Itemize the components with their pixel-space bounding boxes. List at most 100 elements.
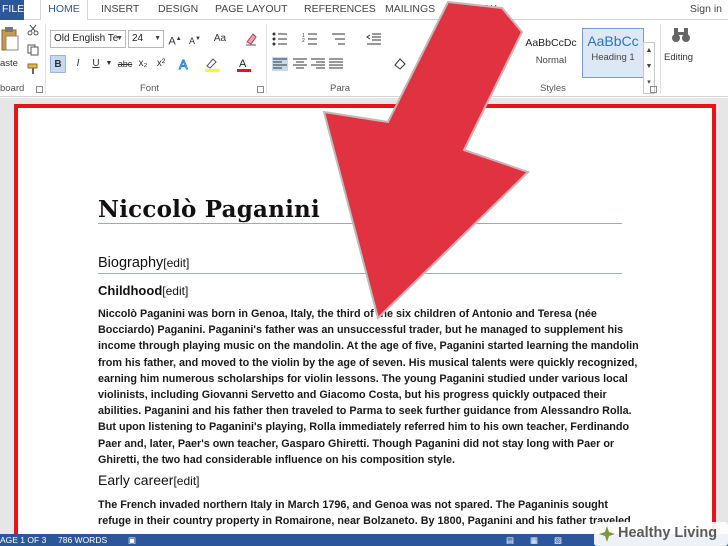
ribbon-tab-bar: FILE HOME INSERT DESIGN PAGE LAYOUT REFE…: [0, 0, 728, 21]
document-title: Niccolò Paganini: [98, 196, 320, 223]
proofing-icon[interactable]: ▣: [128, 534, 136, 546]
read-mode-icon[interactable]: ▤: [506, 534, 514, 546]
tab-references[interactable]: REFERENCES: [304, 0, 376, 20]
format-painter-icon[interactable]: [27, 63, 39, 75]
text-line: abilities. Paganini and his father then …: [98, 405, 632, 418]
childhood-paragraph: Niccolò Paganini was born in Genoa, Ital…: [98, 306, 639, 468]
style-heading-1[interactable]: AaBbCc Heading 1: [582, 28, 644, 78]
clipboard-icon: [1, 27, 19, 51]
show-marks-icon[interactable]: ¶: [436, 32, 448, 50]
web-layout-icon[interactable]: ▧: [554, 534, 562, 546]
tab-page-layout[interactable]: PAGE LAYOUT: [215, 0, 288, 20]
change-case-button[interactable]: Aa: [210, 30, 230, 48]
multilevel-list-icon[interactable]: [330, 32, 346, 46]
edit-link[interactable]: [edit]: [173, 474, 199, 488]
superscript-label: x²: [156, 58, 166, 69]
text-line: refuge in their country property in Roma…: [98, 515, 631, 528]
shrink-font-button[interactable]: A▼: [188, 30, 202, 48]
align-center-icon[interactable]: [292, 57, 308, 71]
watermark-text: Healthy Living: [618, 525, 718, 541]
style-normal[interactable]: AaBbCcDc Normal: [520, 28, 582, 78]
group-divider: [45, 24, 46, 94]
title-rule: [98, 223, 622, 224]
group-divider: [266, 24, 267, 94]
font-size-combo[interactable]: 24 ▼: [128, 30, 164, 48]
bullets-icon[interactable]: [272, 32, 288, 46]
align-right-icon[interactable]: [310, 57, 326, 71]
style-normal-partial[interactable]: bC al: [458, 28, 504, 78]
tab-home[interactable]: HOME: [40, 0, 88, 21]
tab-file[interactable]: FILE: [0, 0, 24, 20]
logo-icon: [599, 526, 615, 542]
text-line: Ghiretti, the two had considerable influ…: [98, 453, 455, 466]
styles-launcher-icon[interactable]: [650, 86, 657, 93]
heading-text: Biography: [98, 255, 164, 271]
italic-label: I: [76, 58, 80, 69]
cut-icon[interactable]: [27, 24, 39, 36]
strikethrough-button[interactable]: abc: [117, 55, 133, 73]
style-name: al: [495, 55, 503, 66]
sign-in-link[interactable]: Sign in: [690, 0, 722, 18]
underline-label: U: [92, 58, 100, 69]
style-name: Normal: [535, 55, 567, 66]
chevron-down-icon: ▼: [154, 35, 161, 42]
font-color-icon[interactable]: A: [236, 56, 252, 72]
svg-text:A: A: [179, 57, 188, 72]
tab-insert[interactable]: INSERT: [101, 0, 139, 20]
tab-review[interactable]: REVIEW: [455, 0, 496, 20]
binoculars-icon: [672, 28, 690, 42]
text-line: Bocciardo) Paganini. Paganini's father w…: [98, 324, 624, 337]
style-name: Heading 1: [591, 52, 635, 63]
heading-childhood: Childhood[edit]: [98, 283, 188, 298]
bold-button[interactable]: B: [50, 55, 66, 73]
clipboard-launcher-icon[interactable]: [36, 86, 43, 93]
paste-button[interactable]: aste: [0, 24, 22, 76]
subscript-button[interactable]: x₂: [136, 55, 150, 73]
group-divider: [660, 24, 661, 94]
print-layout-icon[interactable]: ▦: [530, 534, 538, 546]
watermark: Healthy Living: [594, 522, 728, 546]
text-line: But upon listening to Paganini's playing…: [98, 421, 630, 434]
text-line: earning him numerous scholarships for vi…: [98, 372, 628, 385]
text-line: The French invaded northern Italy in Mar…: [98, 499, 608, 511]
copy-icon[interactable]: [27, 44, 39, 56]
italic-button[interactable]: I: [72, 55, 84, 73]
style-preview: AaBbCcDc: [525, 37, 577, 49]
text-effects-icon[interactable]: A: [178, 56, 194, 73]
superscript-button[interactable]: x²: [154, 55, 168, 73]
paste-label: aste: [0, 58, 18, 69]
tab-mailings[interactable]: MAILINGS: [385, 0, 435, 20]
page-count[interactable]: AGE 1 OF 3: [0, 534, 46, 546]
tab-design[interactable]: DESIGN: [158, 0, 198, 20]
editing-label: Editing: [664, 52, 694, 63]
align-left-icon[interactable]: [272, 57, 288, 71]
borders-icon[interactable]: [418, 57, 434, 71]
text-line: Paer and, later, Paer's own teacher, Gas…: [98, 437, 615, 450]
justify-icon[interactable]: [328, 57, 344, 71]
word-count[interactable]: 786 WORDS: [58, 534, 107, 546]
decrease-indent-icon[interactable]: [366, 32, 382, 46]
shading-icon[interactable]: [392, 57, 408, 71]
text-line: Niccolò Paganini was born in Genoa, Ital…: [98, 308, 597, 320]
font-name-combo[interactable]: Old English Te ▼: [50, 30, 126, 48]
text-line: income through playing music on the mand…: [98, 340, 639, 353]
highlight-icon[interactable]: [204, 56, 220, 72]
grow-font-label: A: [168, 35, 176, 48]
font-launcher-icon[interactable]: [257, 86, 264, 93]
underline-button[interactable]: U: [90, 55, 102, 73]
style-preview: bC: [489, 37, 503, 49]
font-size-value: 24: [132, 33, 144, 44]
numbering-icon[interactable]: 12: [302, 32, 318, 46]
heading-text: Childhood: [98, 283, 163, 298]
grow-font-button[interactable]: A▲: [168, 30, 182, 48]
bold-label: B: [54, 59, 62, 70]
biography-rule: [98, 273, 622, 274]
edit-link[interactable]: [edit]: [163, 256, 189, 270]
editing-button[interactable]: Editing: [664, 24, 698, 76]
heading-text: Early career: [98, 472, 174, 488]
underline-dropdown[interactable]: ▼: [104, 55, 114, 73]
subscript-label: x₂: [138, 58, 148, 69]
heading-biography: Biography[edit]: [98, 255, 189, 271]
edit-link[interactable]: [edit]: [162, 284, 188, 298]
clear-formatting-icon[interactable]: [244, 32, 258, 46]
